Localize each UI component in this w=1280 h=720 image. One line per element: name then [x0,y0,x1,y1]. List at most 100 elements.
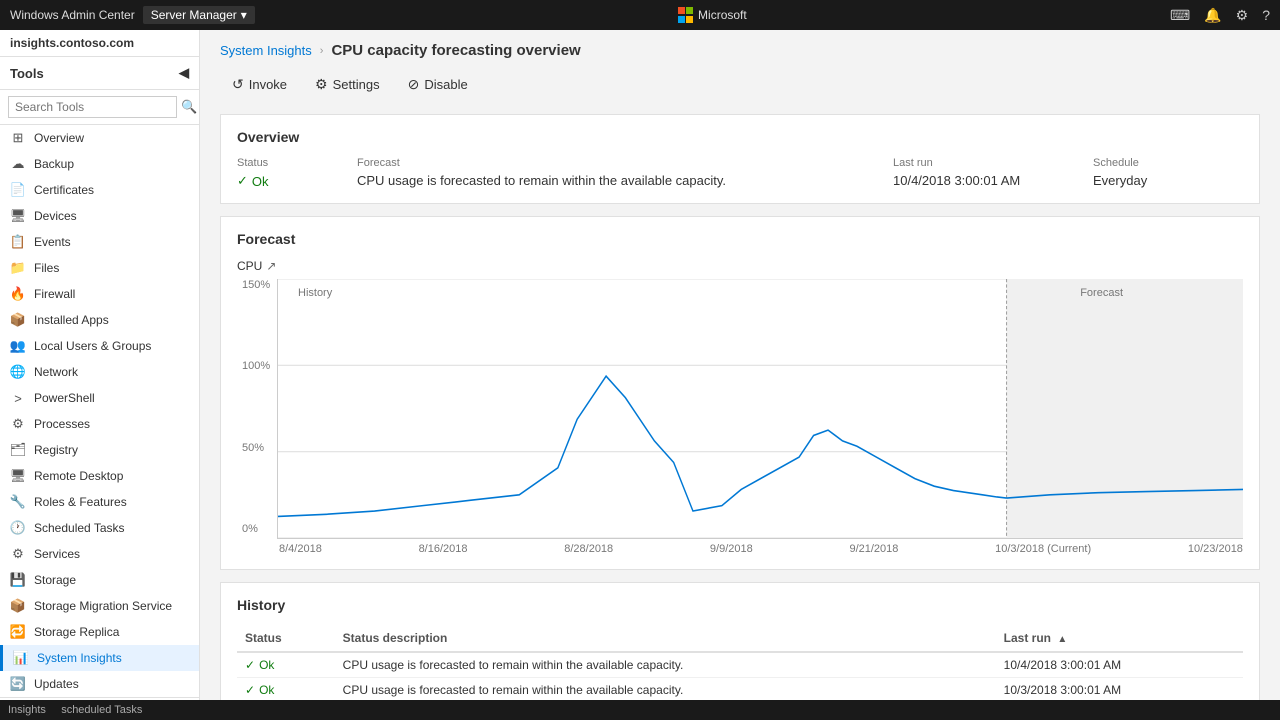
y-label-0: 0% [242,523,270,535]
collapse-icon[interactable]: ◀ [179,65,189,81]
microsoft-logo-squares [678,7,694,23]
services-label: Services [34,547,80,561]
breadcrumb-current: CPU capacity forecasting overview [331,42,580,59]
scheduled-tasks-icon: 🕐 [10,520,26,536]
sidebar-item-remote-desktop[interactable]: 🖥 Remote Desktop [0,463,199,489]
services-icon: ⚙ [10,546,26,562]
forecast-region-label: Forecast [1080,287,1123,299]
y-label-100: 100% [242,360,270,372]
files-icon: 📁 [10,260,26,276]
sidebar-item-processes[interactable]: ⚙ Processes [0,411,199,437]
row-last-run: 10/4/2018 3:00:01 AM [996,652,1243,678]
history-table-head: Status Status description Last run ▲ [237,625,1243,652]
sidebar-item-storage[interactable]: 💾 Storage [0,567,199,593]
registry-icon: 🗂 [10,442,26,458]
gear-icon[interactable]: ⚙ [1236,7,1249,24]
overview-grid: Status ✓ Ok Forecast CPU usage is foreca… [237,157,1243,189]
sidebar-item-certificates[interactable]: 📄 Certificates [0,177,199,203]
updates-label: Updates [34,677,79,691]
bell-icon[interactable]: 🔔 [1204,7,1221,24]
breadcrumb: System Insights › CPU capacity forecasti… [220,42,1260,59]
sidebar-item-network[interactable]: 🌐 Network [0,359,199,385]
events-label: Events [34,235,71,249]
row-status: ✓Ok [237,678,335,701]
breadcrumb-separator: › [320,45,324,57]
toolbar: ↺ Invoke ⚙ Settings ⊘ Disable [220,71,1260,98]
network-icon: 🌐 [10,364,26,380]
settings-button[interactable]: ⚙ Settings [303,71,392,98]
backup-icon: ☁ [10,156,26,172]
sidebar-item-installed-apps[interactable]: 📦 Installed Apps [0,307,199,333]
sidebar-item-storage-migration[interactable]: 📦 Storage Migration Service [0,593,199,619]
sidebar-item-system-insights[interactable]: 📊 System Insights [0,645,199,671]
sidebar-item-devices[interactable]: 🖥 Devices [0,203,199,229]
help-icon[interactable]: ? [1262,7,1270,23]
roles-features-icon: 🔧 [10,494,26,510]
registry-label: Registry [34,443,78,457]
main-layout: insights.contoso.com Tools ◀ 🔍 ⊞ Overvie… [0,30,1280,700]
sidebar-item-backup[interactable]: ☁ Backup [0,151,199,177]
forecast-label: Forecast [357,157,893,169]
disable-icon: ⊘ [408,76,420,93]
devices-icon: 🖥 [10,208,26,224]
chart-x-labels: 8/4/2018 8/16/2018 8/28/2018 9/9/2018 9/… [277,543,1243,555]
sidebar-item-events[interactable]: 📋 Events [0,229,199,255]
sidebar-item-storage-replica[interactable]: 🔁 Storage Replica [0,619,199,645]
sidebar-item-overview[interactable]: ⊞ Overview [0,125,199,151]
storage-replica-label: Storage Replica [34,625,119,639]
overview-label: Overview [34,131,84,145]
overview-schedule-col: Schedule Everyday [1093,157,1243,189]
sidebar-item-updates[interactable]: 🔄 Updates [0,671,199,697]
disable-button[interactable]: ⊘ Disable [396,71,480,98]
sidebar-item-scheduled-tasks[interactable]: 🕐 Scheduled Tasks [0,515,199,541]
installed-apps-label: Installed Apps [34,313,109,327]
firewall-icon: 🔥 [10,286,26,302]
col-status[interactable]: Status [237,625,335,652]
overview-forecast-col: Forecast CPU usage is forecasted to rema… [357,157,893,189]
check-icon: ✓ [237,173,248,189]
col-last-run[interactable]: Last run ▲ [996,625,1243,652]
last-run-value: 10/4/2018 3:00:01 AM [893,173,1093,188]
ms-red-square [678,7,685,14]
sort-icon: ▲ [1057,634,1067,645]
tools-label: Tools [10,66,44,81]
files-label: Files [34,261,59,275]
x-label-5: 9/21/2018 [849,543,898,555]
history-table: Status Status description Last run ▲ ✓Ok… [237,625,1243,700]
chart-wrapper: 150% 100% 50% 0% History Forecast [277,279,1243,555]
network-label: Network [34,365,78,379]
row-status: ✓Ok [237,652,335,678]
sidebar-item-roles-features[interactable]: 🔧 Roles & Features [0,489,199,515]
local-users-icon: 👥 [10,338,26,354]
search-icon[interactable]: 🔍 [181,99,197,115]
sidebar-item-local-users[interactable]: 👥 Local Users & Groups [0,333,199,359]
chart-cpu-label: CPU ↗ [237,259,1243,273]
overview-title: Overview [237,129,1243,145]
expand-icon[interactable]: ↗ [266,259,276,273]
row-description: CPU usage is forecasted to remain within… [335,678,996,701]
row-check-icon: ✓ [245,658,255,672]
certificates-label: Certificates [34,183,94,197]
server-manager-button[interactable]: Server Manager ▾ [143,6,255,24]
sidebar-item-registry[interactable]: 🗂 Registry [0,437,199,463]
forecast-title: Forecast [237,231,1243,247]
sidebar-item-files[interactable]: 📁 Files [0,255,199,281]
col-description[interactable]: Status description [335,625,996,652]
microsoft-brand: Microsoft [698,8,747,22]
status-label: Status [237,157,357,169]
history-table-header-row: Status Status description Last run ▲ [237,625,1243,652]
sidebar-item-firewall[interactable]: 🔥 Firewall [0,281,199,307]
invoke-button[interactable]: ↺ Invoke [220,71,299,98]
overview-lastrun-col: Last run 10/4/2018 3:00:01 AM [893,157,1093,189]
table-row: ✓Ok CPU usage is forecasted to remain wi… [237,678,1243,701]
search-input[interactable] [8,96,177,118]
schedule-label: Schedule [1093,157,1243,169]
terminal-icon[interactable]: ⌨ [1170,7,1190,24]
local-users-label: Local Users & Groups [34,339,151,353]
row-check-icon: ✓ [245,683,255,697]
sidebar-item-powershell[interactable]: > PowerShell [0,385,199,411]
sidebar-item-services[interactable]: ⚙ Services [0,541,199,567]
table-row: ✓Ok CPU usage is forecasted to remain wi… [237,652,1243,678]
top-bar-center: Microsoft [678,7,747,23]
breadcrumb-parent[interactable]: System Insights [220,43,312,58]
